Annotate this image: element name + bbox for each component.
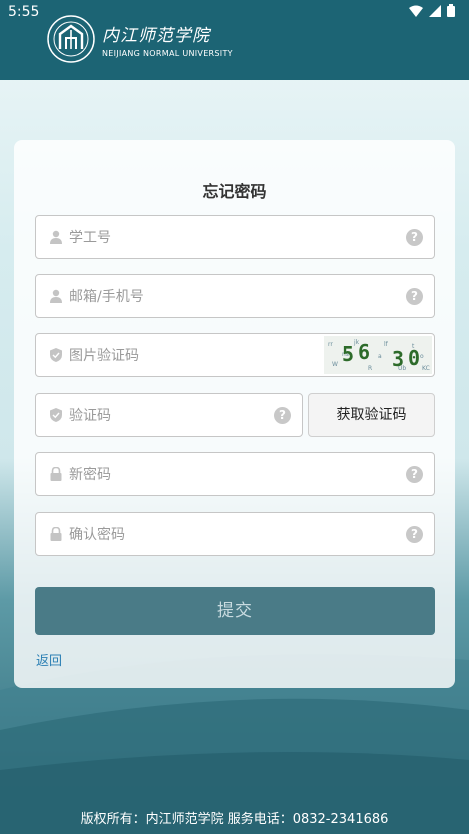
captcha-image[interactable]: rrWjk RlfUb tKCns ao 5 6 3 0: [324, 336, 432, 374]
status-icons: [409, 4, 455, 17]
shield-icon: [50, 408, 62, 422]
svg-text:KC: KC: [422, 365, 430, 372]
page-title: 忘记密码: [202, 182, 267, 201]
footer-copyright: 版权所有：内江师范学院 服务电话：0832-2341686: [80, 812, 389, 827]
shield-icon: [50, 348, 62, 362]
help-icon[interactable]: ?: [406, 525, 423, 543]
confirm-password-field[interactable]: 确认密码 ?: [35, 512, 435, 556]
image-captcha-placeholder: 图片验证码: [69, 348, 139, 364]
captcha-digit: 5: [342, 342, 354, 366]
logo-text: 内江师范学院 NEIJIANG NORMAL UNIVERSITY: [102, 21, 233, 58]
student-id-placeholder: 学工号: [69, 230, 111, 246]
help-icon[interactable]: ?: [406, 465, 423, 483]
forgot-password-card: 忘记密码 学工号 ? 邮箱/手机号 ? 图片验证码 rr Wjk Rlf Ub tK…: [14, 140, 455, 688]
back-link[interactable]: 返回: [36, 650, 62, 669]
user-icon: [50, 289, 62, 303]
lock-icon: [50, 467, 62, 481]
get-code-button[interactable]: 获取验证码: [308, 393, 435, 437]
lock-icon: [50, 527, 62, 541]
captcha-digit: 0: [408, 346, 420, 370]
svg-text:o: o: [420, 353, 424, 360]
logo-english-name: NEIJIANG NORMAL UNIVERSITY: [102, 48, 233, 58]
svg-text:W: W: [332, 361, 338, 368]
status-time: 5:55: [8, 4, 40, 20]
university-logo: 内江师范学院 NEIJIANG NORMAL UNIVERSITY: [46, 14, 233, 64]
help-icon[interactable]: ?: [406, 287, 423, 305]
battery-icon: [447, 4, 455, 17]
image-captcha-field[interactable]: 图片验证码 rr Wjk Rlf Ub t KC ns ao 5 6 3 0: [35, 333, 435, 377]
email-phone-field[interactable]: 邮箱/手机号 ?: [35, 274, 435, 318]
svg-text:a: a: [378, 353, 382, 360]
captcha-digit: 3: [392, 347, 404, 371]
verify-code-field[interactable]: 验证码 ?: [35, 393, 303, 437]
email-phone-placeholder: 邮箱/手机号: [69, 289, 144, 305]
verify-code-placeholder: 验证码: [69, 408, 111, 424]
university-emblem-icon: [47, 15, 95, 63]
captcha-digit: 6: [358, 340, 370, 364]
help-icon[interactable]: ?: [274, 406, 291, 424]
signal-icon: [429, 4, 441, 17]
app-header: 5:55 内江师范学院 NEIJIANG NORMAL UNIVERSITY: [0, 0, 469, 80]
wifi-icon: [409, 5, 423, 17]
logo-chinese-name: 内江师范学院: [102, 25, 210, 46]
new-password-field[interactable]: 新密码 ?: [35, 452, 435, 496]
submit-button[interactable]: 提交: [35, 587, 435, 635]
confirm-password-placeholder: 确认密码: [69, 527, 125, 543]
help-icon[interactable]: ?: [406, 228, 423, 246]
svg-text:R: R: [368, 365, 372, 372]
svg-text:rr: rr: [328, 341, 333, 348]
new-password-placeholder: 新密码: [69, 467, 111, 483]
user-icon: [50, 230, 62, 244]
student-id-field[interactable]: 学工号 ?: [35, 215, 435, 259]
